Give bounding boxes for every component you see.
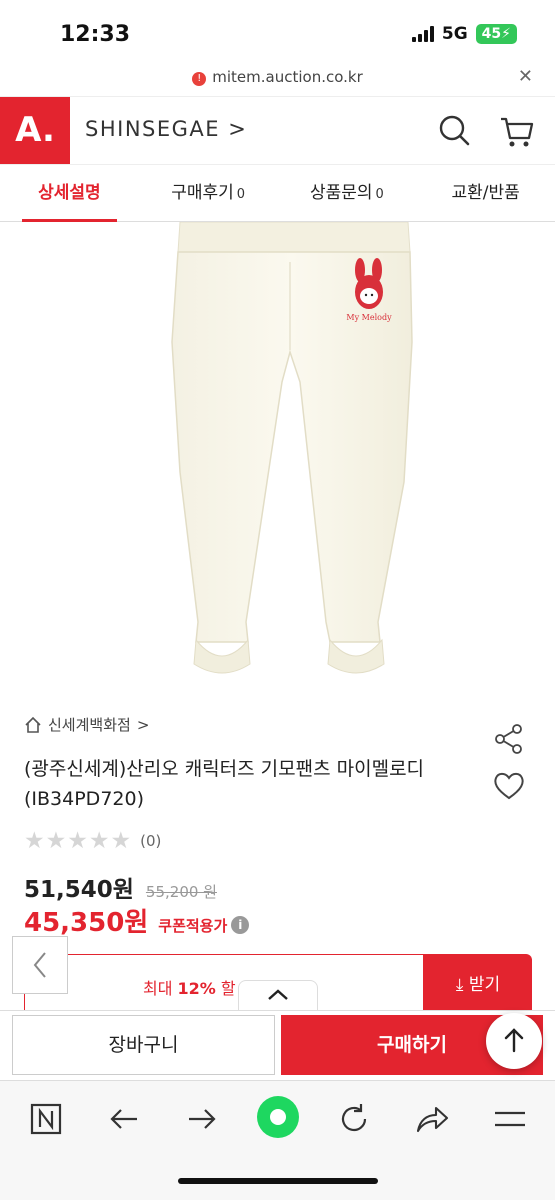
url-bar[interactable]: ! mitem.auction.co.kr ✕ [0,62,555,96]
price-row: 51,540원 55,200 원 [24,870,217,904]
chevron-left-icon [33,952,46,978]
url-display[interactable]: ! mitem.auction.co.kr [0,68,555,86]
tab-reviews[interactable]: 구매후기 0 [139,165,278,221]
star-icon: ★ [110,828,132,854]
coupon-price-row: 45,350원 쿠폰적용가 i [24,902,250,939]
product-tabs: 상세설명 구매후기 0 상품문의 0 교환/반품 [0,164,555,222]
patch-text: My Melody [346,313,392,322]
menu-icon[interactable] [490,1099,530,1139]
tab-label: 상품문의 [309,183,373,203]
rating[interactable]: ★ ★ ★ ★ ★ (0) [24,828,161,854]
pants-illustration: My Melody [171,221,413,674]
coupon-label[interactable]: 쿠폰적용가 i [158,915,250,936]
tab-label: 상세설명 [38,183,101,203]
tab-exchange[interactable]: 교환/반품 [416,165,555,221]
tab-label: 구매후기 [171,183,234,203]
sale-price: 51,540원 [24,877,134,903]
brand-link[interactable]: SHINSEGAE > [85,117,247,141]
heart-icon[interactable] [492,770,526,802]
expand-handle[interactable] [238,980,318,1010]
chevron-right-icon: > [228,117,248,141]
reload-icon[interactable] [334,1099,374,1139]
download-icon: ⤓ [455,975,464,995]
banner-percent: 12% [177,979,216,998]
forward-arrow-icon[interactable] [182,1099,222,1139]
product-image[interactable]: My Melody [0,221,555,692]
warning-icon: ! [192,72,207,86]
chevron-up-icon [268,989,288,1000]
coupon-download-button[interactable]: ⤓ 받기 [424,954,532,1016]
coupon-banner-text: 최대 12% 할 [143,975,236,999]
back-arrow-icon[interactable] [104,1099,144,1139]
tab-label: 교환/반품 [451,183,520,203]
cart-icon[interactable] [497,111,537,151]
close-icon[interactable]: ✕ [518,66,533,87]
add-to-cart-button[interactable]: 장바구니 [12,1015,275,1075]
share-arrow-icon[interactable] [412,1099,452,1139]
store-name: 신세계백화점 [48,716,131,734]
brand-name: SHINSEGAE [85,117,221,141]
back-button[interactable] [12,936,68,994]
star-icon: ★ [45,828,67,854]
star-icon: ★ [24,828,45,854]
scroll-top-button[interactable] [486,1013,542,1069]
rating-count: (0) [140,832,162,850]
coupon-banner[interactable]: 최대 12% 할 [24,954,424,1016]
product-title: (광주신세계)산리오 캐릭터즈 기모팬츠 마이멜로디(IB34PD720) [24,758,425,810]
star-icon: ★ [88,828,110,854]
tab-count: 0 [236,187,246,202]
original-price: 55,200 원 [145,883,217,901]
coupon-label-text: 쿠폰적용가 [158,917,228,935]
home-indicator [178,1178,378,1184]
battery-level: 45 [481,26,502,42]
status-time: 12:33 [60,22,131,47]
arrow-up-icon [504,1028,524,1053]
green-dot-icon[interactable] [256,1095,300,1139]
site-header: A. SHINSEGAE > [0,96,555,164]
coupon-download-label: 받기 [468,975,501,995]
tab-qna[interactable]: 상품문의 0 [278,165,417,221]
search-icon[interactable] [434,111,474,151]
banner-suffix: 할 [215,979,236,998]
logo[interactable]: A. [0,97,70,164]
purchase-bar: 장바구니 구매하기 [0,1010,555,1080]
network-label: 5G [441,24,468,44]
share-icon[interactable] [492,722,526,756]
chevron-right-icon: > [136,715,150,734]
banner-prefix: 최대 [143,979,178,998]
tab-detail[interactable]: 상세설명 [0,165,139,222]
naver-icon[interactable] [26,1099,66,1139]
signal-icon [411,26,434,42]
store-link[interactable]: 신세계백화점 > [24,714,149,735]
coupon-price: 45,350원 [24,908,149,938]
status-bar: 12:33 5G 45⚡ [0,0,555,62]
status-indicators: 5G 45⚡ [411,24,517,44]
tab-count: 0 [375,187,384,202]
battery-icon: 45⚡ [475,24,517,44]
star-icon: ★ [67,828,88,854]
home-icon [25,716,41,733]
info-icon[interactable]: i [231,916,250,934]
url-text: mitem.auction.co.kr [212,68,363,86]
